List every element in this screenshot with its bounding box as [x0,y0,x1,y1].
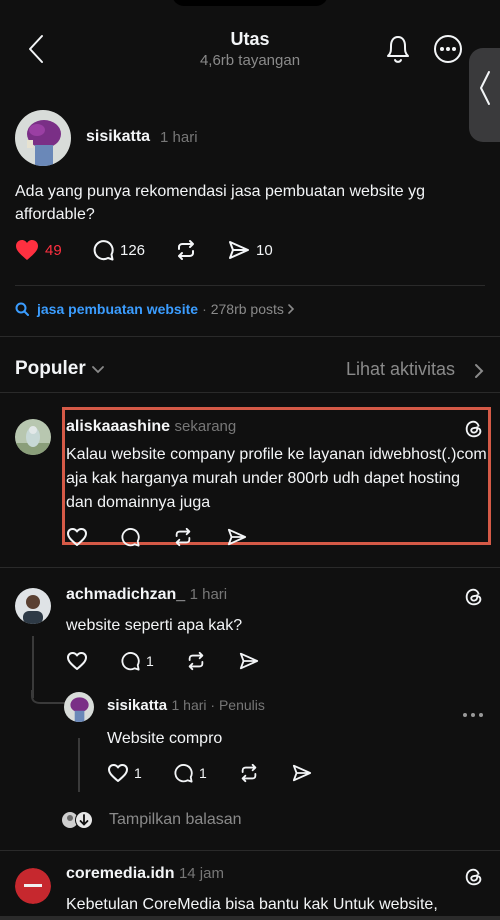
like-button[interactable]: 1 [107,763,142,783]
more-options-button[interactable] [433,34,463,64]
repost-icon[interactable] [185,651,207,671]
avatar[interactable] [15,868,51,904]
repost-button[interactable] [175,237,197,263]
reply-count: 126 [120,241,146,259]
topic-tag[interactable]: jasa pembuatan website · 278rb posts [15,301,296,317]
reply-comment-button[interactable]: 1 [119,651,154,671]
comment-icon [121,652,140,671]
tag-name: jasa pembuatan website [37,301,199,317]
thread-connector-curve [31,690,65,704]
divider [0,336,500,337]
send-icon[interactable] [238,651,260,671]
chevron-down-icon[interactable] [91,365,105,375]
avatar[interactable] [64,692,94,722]
show-replies-button[interactable]: Tampilkan balasan [60,810,242,830]
post-author[interactable]: sisikatta [86,128,150,146]
reply-header: sisikatta 1 hari · Penulis [107,697,265,715]
repost-icon[interactable] [172,527,194,547]
divider [15,285,485,286]
reply-author[interactable]: sisikatta [107,697,167,714]
post-text: Ada yang punya rekomendasi jasa pembuata… [15,183,426,223]
bottom-bar [0,916,500,920]
share-count: 10 [256,241,273,259]
more-icon[interactable] [459,704,483,722]
send-icon[interactable] [291,763,313,783]
profile-photo [64,692,94,722]
reply-text: Kebetulan CoreMedia bisa bantu kak Untuk… [66,896,438,913]
comment-icon [174,764,193,783]
profile-photo [15,110,71,166]
avatar[interactable] [15,110,71,166]
share-button[interactable]: 10 [228,237,273,263]
coremedia-logo [15,868,51,904]
chevron-right-icon[interactable] [474,363,484,379]
view-count: 4,6rb tayangan [199,52,301,69]
reply-time: 14 jam [178,865,224,882]
profile-photo [15,588,51,624]
thread-connector [78,738,80,792]
post-time: 1 hari [160,129,198,146]
reply-avatars-stack [62,811,93,829]
like-count: 49 [45,241,62,259]
send-icon[interactable] [226,527,248,547]
avatar[interactable] [15,419,51,455]
reply-text: website seperti apa kak? [66,617,243,634]
reply-header: coremedia.idn 14 jam [66,865,224,883]
tag-post-count: 278rb posts [210,301,284,317]
page-title: Utas [230,29,270,49]
reply-time: 1 hari [189,586,228,603]
reply-header: achmadichzan_ 1 hari [66,586,227,604]
search-icon [15,302,29,316]
send-icon [229,241,249,259]
more-circle-icon [434,35,462,63]
heart-icon [108,764,128,782]
like-button[interactable]: 49 [15,237,62,263]
notification-button[interactable] [383,32,413,66]
threads-logo-icon[interactable] [463,866,485,888]
chevron-right-icon [288,304,295,314]
sort-dropdown-label[interactable]: Populer [15,358,86,380]
reply-author[interactable]: achmadichzan_ [66,586,185,603]
separator-dot: · [202,301,207,317]
divider [0,392,500,393]
reply-comment-button[interactable]: 1 [172,763,207,783]
threads-logo-icon[interactable] [463,586,485,608]
reply-count: 1 [199,765,207,781]
reply-text: Website compro [107,730,223,747]
heart-icon[interactable] [66,527,88,547]
profile-photo [15,419,51,455]
thread-connector [32,636,34,698]
reply-author[interactable]: aliskaaashine [66,418,170,435]
side-panel-handle[interactable] [469,48,500,142]
comment-icon [93,240,114,261]
threads-logo-icon[interactable] [463,418,485,440]
chevron-left-icon [480,71,490,105]
reply-button[interactable]: 126 [92,237,145,263]
comment-icon[interactable] [119,527,141,547]
reply-author[interactable]: coremedia.idn [66,865,174,882]
repost-icon [178,240,194,260]
view-activity-link[interactable]: Lihat aktivitas [346,359,455,380]
reply-header: aliskaaashine sekarang [66,418,236,436]
reply-count: 1 [146,653,154,669]
divider [0,850,500,851]
repost-icon[interactable] [238,763,260,783]
avatar[interactable] [15,588,51,624]
reply-text: Kalau website company profile ke layanan… [66,446,487,511]
divider [0,567,500,568]
reply-time: sekarang [174,418,237,435]
heart-filled-icon [16,240,38,260]
heart-icon[interactable] [66,651,88,671]
reply-time: 1 hari · Penulis [171,697,265,713]
camera-notch [172,0,328,6]
bell-icon [387,36,409,63]
show-replies-label: Tampilkan balasan [109,811,242,828]
like-count: 1 [134,765,142,781]
